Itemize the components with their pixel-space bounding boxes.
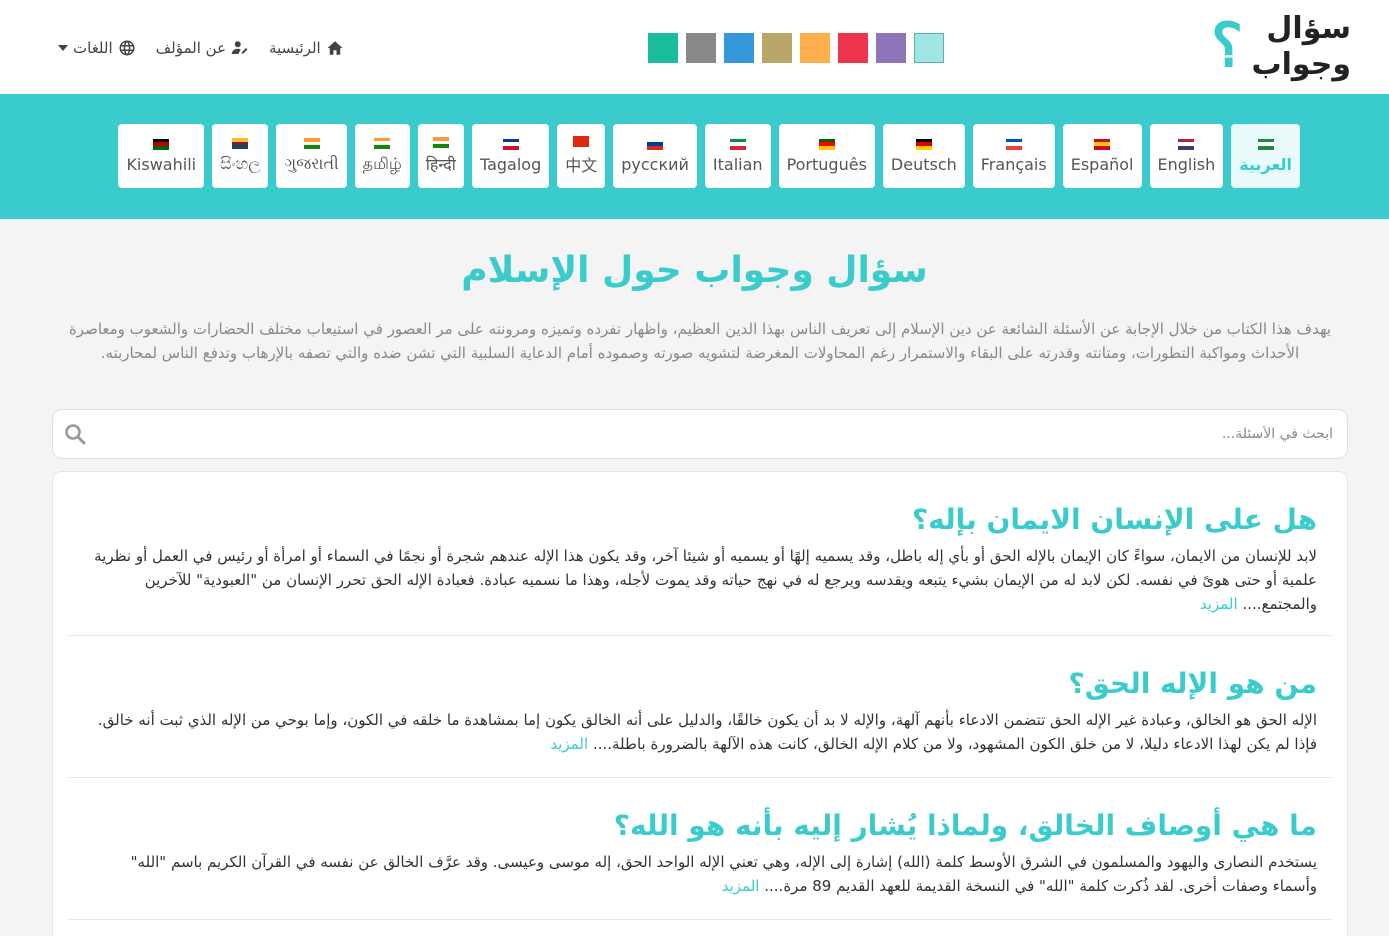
- language-label: Kiswahili: [126, 154, 197, 174]
- question-excerpt-text: الإله الحق هو الخالق، وعبادة غير الإله ا…: [97, 711, 1317, 753]
- user-edit-icon: [231, 41, 248, 54]
- questions-list: هل على الإنسان الايمان بإله؟ لابد للإنسا…: [52, 471, 1348, 936]
- language-label: Deutsch: [890, 154, 957, 174]
- flag-icon: [153, 138, 170, 150]
- color-swatch[interactable]: [914, 33, 944, 63]
- site-logo[interactable]: ؟ سؤال وجواب: [1211, 10, 1351, 86]
- language-label: Français: [980, 154, 1047, 174]
- caret-down-icon: [58, 45, 68, 51]
- languages-label: اللغات: [73, 39, 113, 57]
- search-input[interactable]: [103, 410, 1333, 458]
- language-button[interactable]: हिन्दी: [417, 124, 464, 188]
- theme-color-picker: [648, 33, 944, 63]
- language-selector-band: العربية English Español Français Deutsch Port…: [0, 94, 1389, 219]
- logo-question-mark: ؟: [1211, 11, 1243, 81]
- language-button[interactable]: Español: [1062, 124, 1142, 188]
- language-button[interactable]: Kiswahili: [118, 124, 205, 188]
- read-more-link[interactable]: المزيد: [550, 735, 588, 753]
- language-label: العربية: [1239, 154, 1292, 174]
- color-swatch[interactable]: [876, 33, 906, 63]
- flag-icon: [374, 137, 391, 149]
- flag-icon: [1178, 138, 1195, 150]
- flag-icon: [1094, 138, 1111, 150]
- language-button[interactable]: ગુજરાતી: [276, 124, 347, 188]
- flag-icon: [915, 138, 932, 150]
- language-button[interactable]: Français: [972, 124, 1055, 188]
- flag-icon: [232, 138, 249, 150]
- logo-text-line1: سؤال: [1266, 11, 1351, 46]
- color-swatch[interactable]: [648, 33, 678, 63]
- language-button[interactable]: English: [1149, 124, 1224, 188]
- home-label: الرئيسية: [269, 39, 321, 57]
- nav-about-author[interactable]: عن المؤلف: [156, 39, 249, 57]
- question-title[interactable]: من هو الإله الحق؟: [69, 664, 1331, 704]
- language-label: தமிழ்: [362, 153, 402, 173]
- language-list: العربية English Español Français Deutsch Port…: [118, 124, 1300, 188]
- question-excerpt-text: لابد للإنسان من الايمان، سواءً كان الإيم…: [94, 547, 1317, 613]
- language-button[interactable]: தமிழ்: [354, 124, 410, 188]
- language-button[interactable]: العربية: [1231, 124, 1300, 188]
- language-label: ગુજરાતી: [284, 154, 339, 173]
- search-icon[interactable]: [63, 422, 87, 446]
- color-swatch[interactable]: [724, 33, 754, 63]
- home-icon: [327, 41, 343, 55]
- language-button[interactable]: Tagalog: [471, 124, 550, 188]
- language-button[interactable]: සිංහල: [212, 124, 269, 188]
- color-swatch[interactable]: [762, 33, 792, 63]
- language-label: русский: [621, 154, 689, 174]
- nav-home[interactable]: الرئيسية: [269, 39, 344, 57]
- read-more-link[interactable]: المزيد: [1200, 595, 1238, 613]
- question-item: من هو الإله الحق؟ الإله الحق هو الخالق، …: [69, 664, 1331, 778]
- question-excerpt: يستخدم النصارى واليهود والمسلمون في الشر…: [69, 846, 1331, 898]
- language-label: हिन्दी: [425, 155, 456, 174]
- flag-icon: [1257, 138, 1274, 150]
- language-label: Tagalog: [479, 154, 542, 174]
- question-title[interactable]: هل على الإنسان الايمان بإله؟: [69, 500, 1331, 540]
- flag-icon: [502, 138, 519, 150]
- about-author-label: عن المؤلف: [155, 39, 227, 57]
- top-nav: اللغات عن المؤلف الرئيسية: [58, 36, 344, 60]
- flag-icon: [432, 137, 449, 149]
- language-label: Español: [1070, 154, 1134, 174]
- flag-icon: [729, 138, 746, 150]
- globe-icon: [119, 40, 135, 56]
- page-description: يهدف هذا الكتاب من خلال الإجابة عن الأسئ…: [68, 320, 1332, 362]
- color-swatch[interactable]: [800, 33, 830, 63]
- language-button[interactable]: русский: [613, 124, 697, 188]
- language-label: 中文: [565, 156, 598, 175]
- flag-icon: [573, 136, 590, 148]
- flag-icon: [818, 138, 835, 150]
- language-button[interactable]: Português: [778, 124, 875, 188]
- question-item: ما هي أوصاف الخالق، ولماذا يُشار إليه بأ…: [69, 806, 1331, 920]
- language-button[interactable]: Deutsch: [882, 124, 965, 188]
- language-label: සිංහල: [220, 154, 261, 173]
- page-title: سؤال وجواب حول الإسلام: [461, 250, 928, 291]
- read-more-link[interactable]: المزيد: [722, 877, 760, 895]
- language-label: English: [1157, 154, 1216, 174]
- question-excerpt: الإله الحق هو الخالق، وعبادة غير الإله ا…: [69, 704, 1331, 756]
- flag-icon: [303, 138, 320, 150]
- language-button[interactable]: Italian: [704, 124, 771, 188]
- top-header: ؟ سؤال وجواب اللغات عن المؤلف الرئيسية: [0, 0, 1389, 94]
- search-box: [52, 409, 1348, 459]
- color-swatch[interactable]: [686, 33, 716, 63]
- language-label: Português: [786, 154, 867, 174]
- question-item: هل على الإنسان الايمان بإله؟ لابد للإنسا…: [69, 500, 1331, 636]
- question-excerpt: لابد للإنسان من الايمان، سواءً كان الإيم…: [69, 540, 1331, 616]
- language-label: Italian: [712, 154, 763, 174]
- language-button[interactable]: 中文: [557, 124, 606, 188]
- color-swatch[interactable]: [838, 33, 868, 63]
- flag-icon: [647, 138, 664, 150]
- languages-dropdown[interactable]: اللغات: [58, 39, 136, 57]
- flag-icon: [1005, 138, 1022, 150]
- question-title[interactable]: ما هي أوصاف الخالق، ولماذا يُشار إليه بأ…: [69, 806, 1331, 846]
- logo-text-line2: وجواب: [1251, 47, 1351, 82]
